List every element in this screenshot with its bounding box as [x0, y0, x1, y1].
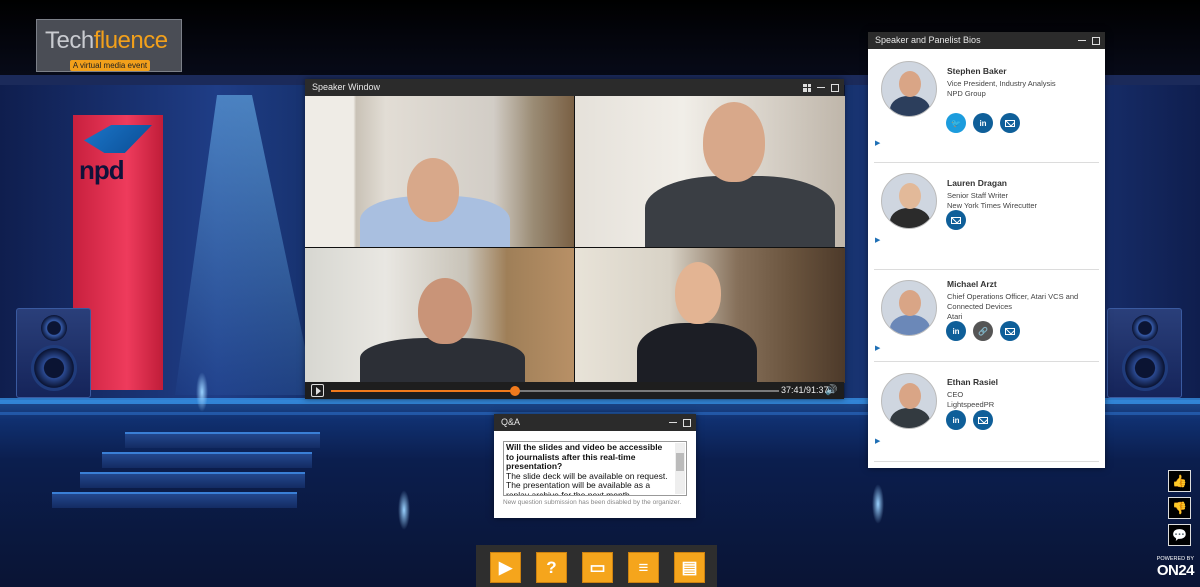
avatar [881, 373, 937, 429]
qa-answer: The slide deck will be available on requ… [506, 470, 668, 496]
bio-title: CEO LightspeedPR [947, 390, 995, 409]
contact-card-icon: ▤ [681, 557, 698, 577]
seek-bar-progress [331, 390, 515, 392]
qa-button[interactable]: ? [536, 552, 567, 583]
stage-step [80, 472, 305, 488]
bios-titlebar[interactable]: Speaker and Panelist Bios [868, 32, 1105, 49]
like-button[interactable]: 👍 [1168, 470, 1191, 492]
avatar [881, 280, 937, 336]
npd-logo-text: npd [79, 155, 125, 185]
player-controls: 37:41/91:37 🔊 [305, 382, 844, 399]
speaker-bios-panel[interactable]: Speaker and Panelist Bios Stephen Baker … [868, 32, 1105, 468]
bios-title: Speaker and Panelist Bios [875, 35, 981, 45]
bio-title: Chief Operations Officer, Atari VCS and … [947, 292, 1079, 321]
stage-light [196, 372, 208, 412]
expand-arrow-icon[interactable]: ▶ [875, 344, 880, 352]
logo-tagline: A virtual media event [70, 60, 150, 71]
speaker-window-title: Speaker Window [312, 82, 381, 92]
question-icon: ? [546, 557, 557, 577]
link-icon[interactable]: 🔗 [973, 321, 993, 341]
video-grid[interactable] [305, 96, 845, 383]
slides-icon: ▭ [589, 557, 606, 577]
expand-arrow-icon[interactable]: ▶ [875, 437, 880, 445]
seek-bar[interactable] [331, 386, 779, 396]
linkedin-icon[interactable]: in [946, 321, 966, 341]
chat-button[interactable]: 💬 [1168, 524, 1191, 546]
qa-scrollbar[interactable] [675, 443, 685, 494]
document-icon: ≡ [638, 557, 649, 577]
resources-button[interactable]: ≡ [628, 552, 659, 583]
film-play-icon: ▶ [498, 557, 513, 577]
bio-card-ethan-rasiel: Ethan Rasiel CEO LightspeedPR in ▶ [874, 362, 1099, 462]
layout-grid-icon[interactable] [803, 83, 811, 92]
play-button[interactable] [311, 384, 324, 397]
stage-light [872, 484, 884, 524]
qa-panel[interactable]: Q&A Will the slides and video be accessi… [494, 414, 696, 518]
loudspeaker-left [16, 308, 91, 398]
chat-bubble-icon: 💬 [1172, 528, 1187, 542]
stage-step [102, 452, 312, 468]
dislike-button[interactable]: 👎 [1168, 497, 1191, 519]
slides-button[interactable]: ▭ [582, 552, 613, 583]
bio-name: Ethan Rasiel [947, 377, 999, 387]
techfluence-logo: Techfluence A virtual media event [36, 19, 182, 72]
bio-title: Vice President, Industry Analysis NPD Gr… [947, 79, 1056, 98]
qa-question: Will the slides and video be accessible … [506, 442, 663, 471]
npd-logo-mark [84, 125, 152, 153]
video-tile-speaker-1 [305, 96, 574, 247]
maximize-icon[interactable] [683, 418, 691, 427]
video-tile-speaker-2 [575, 96, 845, 247]
qa-thread[interactable]: Will the slides and video be accessible … [503, 441, 687, 496]
minimize-icon[interactable] [669, 422, 677, 423]
email-icon[interactable] [946, 210, 966, 230]
avatar [881, 61, 937, 117]
minimize-icon[interactable] [1078, 40, 1086, 41]
maximize-icon[interactable] [831, 83, 839, 92]
twitter-icon[interactable]: 🐦 [946, 113, 966, 133]
loudspeaker-right [1107, 308, 1182, 398]
playback-timecode: 37:41/91:37 [781, 385, 829, 395]
qa-titlebar[interactable]: Q&A [494, 414, 696, 431]
powered-by-on24: POWERED BY ON24 [1156, 556, 1195, 579]
qa-disabled-note: New question submission has been disable… [503, 499, 682, 506]
qa-title: Q&A [501, 417, 521, 427]
expand-arrow-icon[interactable]: ▶ [875, 139, 880, 147]
minimize-icon[interactable] [817, 87, 825, 88]
email-icon[interactable] [973, 410, 993, 430]
bio-card-stephen-baker: Stephen Baker Vice President, Industry A… [874, 49, 1099, 163]
bio-card-lauren-dragan: Lauren Dragan Senior Staff Writer New Yo… [874, 163, 1099, 270]
stage-step [125, 432, 320, 448]
thumbs-up-icon: 👍 [1172, 474, 1187, 488]
email-icon[interactable] [1000, 321, 1020, 341]
widget-dock: ▶ ? ▭ ≡ ▤ [476, 545, 717, 587]
media-player-button[interactable]: ▶ [490, 552, 521, 583]
bio-title: Senior Staff Writer New York Times Wirec… [947, 191, 1038, 210]
linkedin-icon[interactable]: in [946, 410, 966, 430]
volume-icon[interactable]: 🔊 [825, 385, 837, 396]
linkedin-icon[interactable]: in [973, 113, 993, 133]
bio-name: Lauren Dragan [947, 178, 1007, 188]
bios-button[interactable]: ▤ [674, 552, 705, 583]
email-icon[interactable] [1000, 113, 1020, 133]
bio-name: Michael Arzt [947, 279, 997, 289]
avatar [881, 173, 937, 229]
maximize-icon[interactable] [1092, 36, 1100, 45]
video-tile-speaker-3 [305, 248, 574, 383]
bio-card-michael-arzt: Michael Arzt Chief Operations Officer, A… [874, 270, 1099, 362]
video-tile-speaker-4 [575, 248, 845, 383]
bio-name: Stephen Baker [947, 66, 1007, 76]
speaker-window[interactable]: Speaker Window 37:41/91:37 🔊 [305, 79, 845, 399]
speaker-window-titlebar[interactable]: Speaker Window [305, 79, 844, 96]
expand-arrow-icon[interactable]: ▶ [875, 236, 880, 244]
stage-step [52, 492, 297, 508]
thumbs-down-icon: 👎 [1172, 501, 1187, 515]
stage-light [398, 490, 410, 530]
logo-wordmark: Techfluence [45, 27, 168, 54]
seek-bar-handle[interactable] [509, 386, 520, 396]
npd-logo: npd [79, 125, 159, 186]
